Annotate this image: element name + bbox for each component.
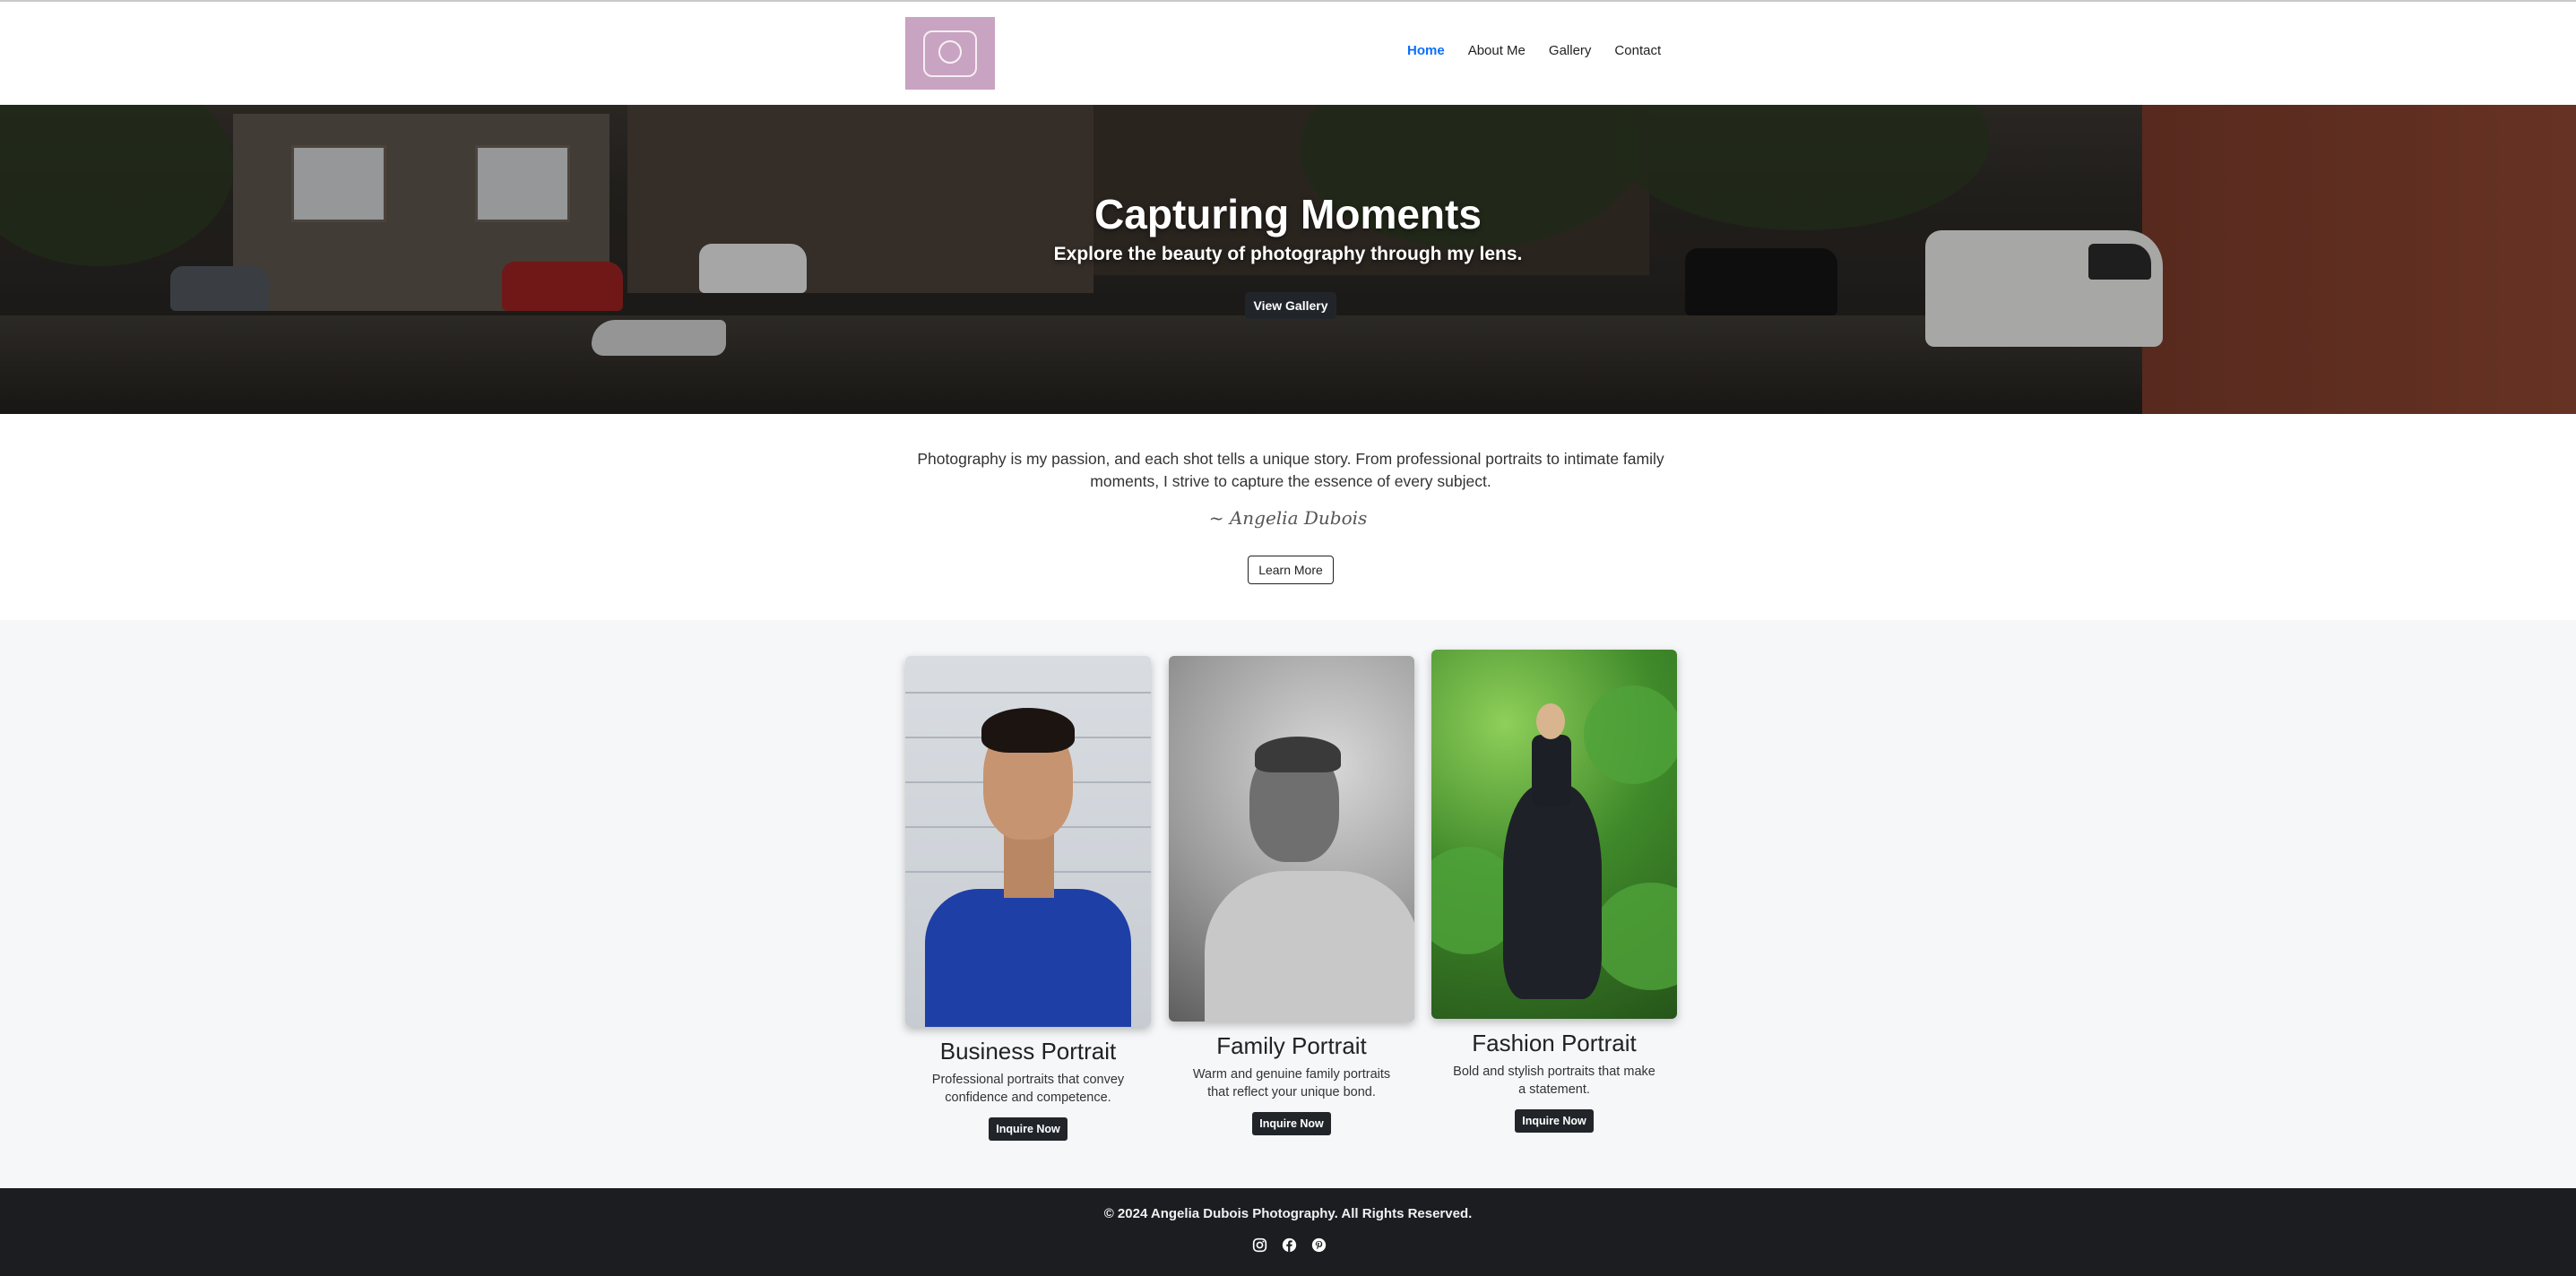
site-logo[interactable] xyxy=(905,17,995,90)
nav-link-gallery[interactable]: Gallery xyxy=(1549,43,1592,58)
inquire-now-button[interactable]: Inquire Now xyxy=(1515,1109,1594,1133)
card-title: Fashion Portrait xyxy=(1472,1030,1637,1056)
about-text: Photography is my passion, and each shot… xyxy=(917,450,1664,490)
card-description: Warm and genuine family portraits that r… xyxy=(1192,1067,1391,1099)
card-title: Business Portrait xyxy=(939,1038,1117,1065)
footer-copyright: © 2024 Angelia Dubois Photography. All R… xyxy=(1103,1206,1473,1221)
family-portrait-photo xyxy=(1169,656,1414,1022)
card-description: Bold and stylish portraits that make a s… xyxy=(1453,1065,1655,1097)
card-title: Family Portrait xyxy=(1216,1032,1367,1059)
social-links xyxy=(1252,1237,1327,1253)
nav-link-about[interactable]: About Me xyxy=(1468,43,1526,58)
hero-title: Capturing Moments xyxy=(1094,191,1482,237)
services-section: Business Portrait Professional portraits… xyxy=(0,620,2576,1188)
inquire-now-button[interactable]: Inquire Now xyxy=(989,1117,1068,1141)
pinterest-icon[interactable] xyxy=(1311,1237,1327,1253)
about-section: Photography is my passion, and each shot… xyxy=(0,414,2576,620)
business-portrait-photo xyxy=(905,656,1151,1027)
view-gallery-button[interactable]: View Gallery xyxy=(1245,292,1336,319)
service-card-family: Family Portrait Warm and genuine family … xyxy=(1169,656,1414,1135)
fashion-portrait-photo xyxy=(1431,650,1677,1019)
footer: © 2024 Angelia Dubois Photography. All R… xyxy=(0,1188,2576,1276)
nav-link-home[interactable]: Home xyxy=(1407,43,1445,58)
service-card-fashion: Fashion Portrait Bold and stylish portra… xyxy=(1431,650,1677,1133)
signature: ~ Angelia Dubois xyxy=(1208,507,1368,529)
navbar: Home About Me Gallery Contact xyxy=(0,2,2576,105)
main-nav: Home About Me Gallery Contact xyxy=(1407,43,1661,58)
nav-link-contact[interactable]: Contact xyxy=(1614,43,1661,58)
instagram-icon[interactable] xyxy=(1252,1237,1267,1253)
service-card-business: Business Portrait Professional portraits… xyxy=(905,656,1151,1141)
inquire-now-button[interactable]: Inquire Now xyxy=(1252,1112,1331,1135)
facebook-icon[interactable] xyxy=(1282,1237,1297,1253)
card-description: Professional portraits that convey confi… xyxy=(931,1073,1125,1105)
hero-subtitle: Explore the beauty of photography throug… xyxy=(1053,244,1523,264)
hero-banner: Capturing Moments Explore the beauty of … xyxy=(0,105,2576,414)
camera-logo-icon xyxy=(923,30,977,77)
learn-more-button[interactable]: Learn More xyxy=(1248,556,1334,584)
